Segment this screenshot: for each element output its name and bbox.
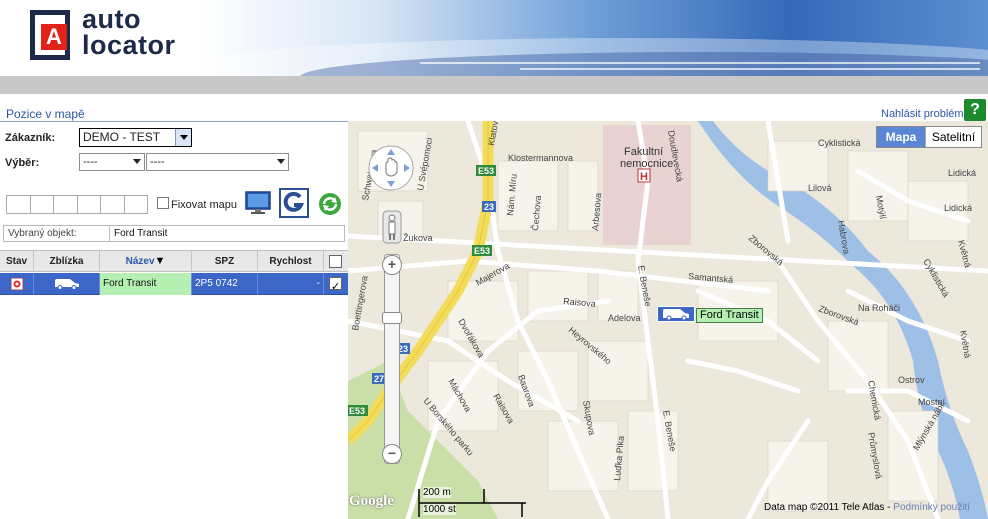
- selected-object-label: Vybraný objekt:: [8, 228, 77, 239]
- svg-text:23: 23: [484, 202, 494, 212]
- segment-input[interactable]: [76, 195, 101, 214]
- app-header: A auto locator: [0, 0, 988, 76]
- zoom-out-button[interactable]: −: [382, 444, 402, 464]
- col-name[interactable]: Název▼: [100, 251, 192, 272]
- hand-icon: [385, 157, 398, 177]
- van-icon: [663, 309, 689, 321]
- segment-input[interactable]: [100, 195, 125, 214]
- google-logo: Google: [349, 493, 394, 509]
- header-divider-bar: [0, 76, 988, 94]
- vehicle-marker-label[interactable]: Ford Transit: [696, 308, 763, 323]
- svg-text:Lidická: Lidická: [944, 203, 972, 213]
- svg-text:H: H: [640, 171, 648, 183]
- col-status[interactable]: Stav: [0, 251, 34, 272]
- report-problem-link[interactable]: Nahlásit problém: [881, 108, 964, 120]
- row-checkbox[interactable]: [329, 276, 342, 298]
- logo-icon: A: [30, 10, 74, 62]
- customer-select-value: DEMO - TEST: [83, 130, 161, 144]
- map-type-switch: Mapa Satelitní: [876, 126, 982, 148]
- svg-text:nemocnice: nemocnice: [620, 158, 673, 170]
- chevron-down-icon[interactable]: [175, 129, 191, 146]
- map-scale: 200 m 1000 st: [418, 487, 528, 519]
- header-streak: [420, 62, 980, 64]
- selected-object-bar: Vybraný objekt: Ford Transit: [3, 225, 345, 242]
- chevron-down-icon: [277, 159, 285, 164]
- logo-text: auto locator: [82, 4, 176, 60]
- customer-select[interactable]: DEMO - TEST: [79, 128, 192, 147]
- selection-select-2-value: ----: [150, 156, 165, 168]
- selection-select-1-value: ----: [83, 156, 98, 168]
- zoom-slider-handle[interactable]: [382, 312, 402, 324]
- pan-control[interactable]: [367, 144, 415, 192]
- status-cell: [0, 273, 34, 295]
- google-map-icon[interactable]: [279, 188, 309, 218]
- closeup-cell[interactable]: [34, 273, 100, 295]
- col-speed[interactable]: Rychlost: [258, 251, 324, 272]
- svg-text:Cyklistická: Cyklistická: [818, 138, 861, 148]
- terms-link[interactable]: Podmínky použití: [893, 502, 970, 513]
- svg-text:Lilová: Lilová: [808, 183, 832, 193]
- status-stopped-icon: [11, 278, 23, 290]
- attribution-text: Data map ©2011 Tele Atlas -: [764, 502, 891, 513]
- svg-text:27: 27: [374, 374, 384, 384]
- col-closeup[interactable]: Zblízka: [34, 251, 100, 272]
- customer-label: Zákazník:: [5, 132, 56, 144]
- pegman-icon[interactable]: [382, 210, 402, 244]
- fix-map-checkbox[interactable]: [157, 197, 169, 209]
- map-attribution: Data map ©2011 Tele Atlas - Podmínky pou…: [764, 502, 970, 513]
- logo-letter: A: [41, 24, 67, 50]
- map-type-satellite[interactable]: Satelitní: [925, 127, 981, 147]
- vehicle-marker[interactable]: [657, 306, 695, 322]
- segment-input[interactable]: [53, 195, 78, 214]
- segment-input[interactable]: [123, 195, 148, 214]
- svg-text:Ostrov: Ostrov: [898, 375, 925, 385]
- svg-text:Adelova: Adelova: [608, 313, 641, 323]
- row-select-cell: [324, 273, 348, 298]
- selection-label: Výběr:: [5, 157, 40, 169]
- vehicle-name: Ford Transit: [100, 273, 192, 295]
- svg-text:Lidická: Lidická: [948, 168, 976, 178]
- table-row[interactable]: Ford Transit 2P5 0742 -: [0, 273, 348, 298]
- select-all-checkbox[interactable]: [329, 255, 342, 268]
- svg-text:Na Roháči: Na Roháči: [858, 303, 900, 313]
- svg-text:Žukova: Žukova: [403, 233, 433, 243]
- page-title: Pozice v mapě: [6, 107, 85, 121]
- header-streak: [520, 68, 980, 70]
- vehicle-spz: 2P5 0742: [192, 273, 258, 295]
- refresh-icon[interactable]: [318, 192, 342, 216]
- sort-desc-icon: ▼: [154, 255, 166, 267]
- zoom-in-button[interactable]: +: [382, 255, 402, 275]
- logo-line-1: auto: [82, 4, 141, 34]
- svg-text:Fakultní: Fakultní: [624, 146, 663, 158]
- map-type-mapa[interactable]: Mapa: [877, 127, 925, 147]
- monitor-icon[interactable]: [244, 189, 272, 217]
- scale-metric: 200 m: [423, 487, 451, 498]
- svg-text:E53: E53: [349, 406, 365, 416]
- panel-divider: [0, 121, 348, 122]
- logo-line-2: locator: [82, 30, 176, 60]
- selection-select-1[interactable]: ----: [79, 153, 145, 171]
- date-segment-inputs[interactable]: [6, 195, 148, 214]
- table-header: Stav Zblízka Název▼ SPZ Rychlost: [0, 250, 348, 272]
- selection-select-2[interactable]: ----: [146, 153, 289, 171]
- fix-map-label: Fixovat mapu: [171, 199, 238, 211]
- help-button[interactable]: ?: [964, 99, 986, 121]
- col-spz[interactable]: SPZ: [192, 251, 258, 272]
- col-select-all: [324, 251, 348, 272]
- vehicle-speed: -: [258, 273, 324, 295]
- scale-imperial: 1000 st: [423, 504, 456, 515]
- selected-object-value: Ford Transit: [114, 228, 168, 239]
- col-name-label: Název: [125, 256, 155, 267]
- svg-text:E53: E53: [474, 246, 490, 256]
- segment-input[interactable]: [29, 195, 54, 214]
- svg-text:Klostermannova: Klostermannova: [508, 153, 573, 163]
- chevron-down-icon: [133, 159, 141, 164]
- road-shield-label: E53: [478, 166, 494, 176]
- zoom-slider-track[interactable]: [384, 254, 400, 464]
- segment-input[interactable]: [6, 195, 31, 214]
- van-icon[interactable]: [53, 278, 81, 290]
